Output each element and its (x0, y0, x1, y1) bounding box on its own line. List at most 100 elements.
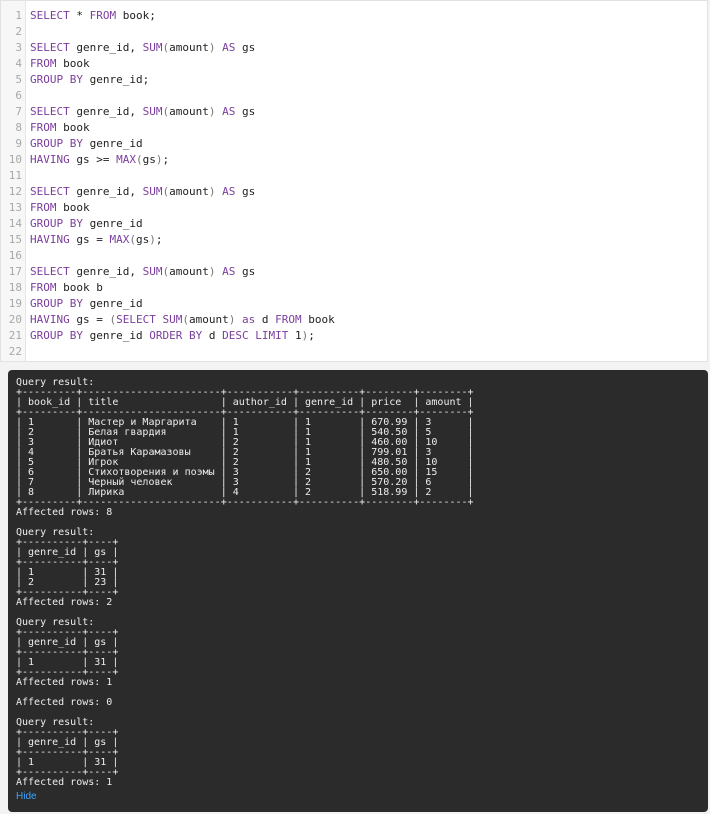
code-token-fn: SUM (142, 185, 163, 198)
code-token-kw: SELECT (30, 9, 70, 22)
code-token-kw: GROUP BY (30, 217, 83, 230)
code-token-fn: SUM (142, 41, 163, 54)
code-token-fn: MAX (109, 233, 130, 246)
code-token: genre_id (82, 137, 143, 150)
code-text: GROUP BY genre_id (30, 216, 143, 232)
line-number: 21 (8, 329, 22, 342)
code-text: FROM book (30, 56, 90, 72)
code-text: HAVING gs >= MAX(gs); (30, 152, 169, 168)
code-token: book (301, 313, 335, 326)
line-number: 9 (15, 137, 22, 150)
code-token: gs = (69, 233, 110, 246)
code-token: book; (116, 9, 156, 22)
code-token: amount (169, 41, 209, 54)
code-token-kw: GROUP BY (30, 137, 83, 150)
line-number: 6 (15, 89, 22, 102)
code-text: GROUP BY genre_id (30, 296, 143, 312)
code-token: gs >= (69, 153, 117, 166)
code-token-pn: ( (135, 153, 143, 166)
line-number: 2 (15, 25, 22, 38)
code-token: gs (235, 185, 256, 198)
sql-editor[interactable]: 1 SELECT * FROM book; 2 3 SELECT genre_id, S… (0, 0, 708, 362)
line-number: 22 (8, 345, 22, 358)
code-token-kw: AS (222, 41, 236, 54)
affected-rows-line: Affected rows: 0 (16, 697, 113, 708)
code-text: SELECT genre_id, SUM(amount) AS gs (30, 40, 255, 56)
code-text: GROUP BY genre_id ORDER BY d DESC LIMIT … (30, 328, 315, 344)
code-token: amount (169, 105, 209, 118)
code-token-kw: HAVING (30, 313, 70, 326)
code-token: book b (56, 281, 103, 294)
code-text: SELECT * FROM book; (30, 8, 156, 24)
line-number: 5 (15, 73, 22, 86)
affected-rows-line: Affected rows: 1 (16, 677, 113, 688)
affected-rows-line: Affected rows: 2 (16, 597, 113, 608)
code-token-fn: SUM (162, 313, 183, 326)
affected-rows-line: Affected rows: 1 (16, 777, 113, 788)
code-token: genre_id, (69, 105, 143, 118)
code-token: genre_id (82, 217, 143, 230)
code-token: gs (235, 105, 256, 118)
code-token-fn: MAX (116, 153, 136, 166)
line-number: 20 (8, 313, 22, 326)
code-token: gs = (69, 313, 110, 326)
line-number: 10 (8, 153, 22, 166)
code-token: * (69, 9, 90, 22)
code-token-kw: DESC (222, 329, 249, 342)
line-number: 18 (8, 281, 22, 294)
code-token: d (202, 329, 223, 342)
code-token-kw: FROM (30, 281, 57, 294)
code-token-kw: as (242, 313, 256, 326)
code-text: FROM book b (30, 280, 103, 296)
code-token-pn: ( (129, 233, 136, 246)
line-number: 7 (15, 105, 22, 118)
code-token-kw: SELECT (30, 105, 70, 118)
code-token: d (255, 313, 276, 326)
code-token: gs (136, 233, 150, 246)
line-number: 15 (8, 233, 22, 246)
code-token: ; (162, 153, 170, 166)
code-token-kw: SELECT (30, 41, 70, 54)
code-token: genre_id; (82, 73, 150, 86)
code-token: book (56, 201, 90, 214)
code-token-fn: SUM (142, 105, 163, 118)
code-text: SELECT genre_id, SUM(amount) AS gs (30, 264, 255, 280)
code-token-kw: FROM (30, 201, 57, 214)
line-number: 1 (15, 9, 22, 22)
code-text: GROUP BY genre_id; (30, 72, 149, 88)
query-result-console: Query result: +---------+----------------… (8, 370, 708, 812)
code-token-kw: GROUP BY (30, 329, 83, 342)
code-text: HAVING gs = MAX(gs); (30, 232, 163, 248)
code-token-kw: SELECT (30, 265, 70, 278)
code-token: genre_id (82, 297, 143, 310)
code-text: SELECT genre_id, SUM(amount) AS gs (30, 104, 255, 120)
code-token-kw: GROUP BY (30, 297, 83, 310)
code-token: genre_id, (69, 41, 143, 54)
code-token-kw: SELECT (116, 313, 156, 326)
code-token: ; (308, 329, 315, 342)
code-token-kw: AS (222, 105, 236, 118)
code-token-kw: HAVING (30, 153, 70, 166)
code-token: genre_id, (69, 185, 143, 198)
line-number: 12 (8, 185, 22, 198)
line-number: 19 (8, 297, 22, 310)
code-token: ; (155, 233, 163, 246)
code-text: GROUP BY genre_id (30, 136, 143, 152)
line-number: 4 (15, 57, 22, 70)
line-number: 13 (8, 201, 22, 214)
code-text: FROM book (30, 200, 90, 216)
code-token-kw: FROM (89, 9, 117, 22)
code-token-kw: HAVING (30, 233, 70, 246)
hide-button[interactable]: Hide (16, 791, 37, 802)
code-token-fn: SUM (142, 265, 163, 278)
code-token-kw: FROM (30, 121, 57, 134)
code-token: amount (189, 313, 229, 326)
code-token-kw: ORDER BY (149, 329, 203, 342)
code-token-kw: FROM (275, 313, 302, 326)
code-token: gs (235, 41, 256, 54)
code-token-kw: AS (222, 185, 236, 198)
code-token: book (56, 57, 90, 70)
line-number: 8 (15, 121, 22, 134)
